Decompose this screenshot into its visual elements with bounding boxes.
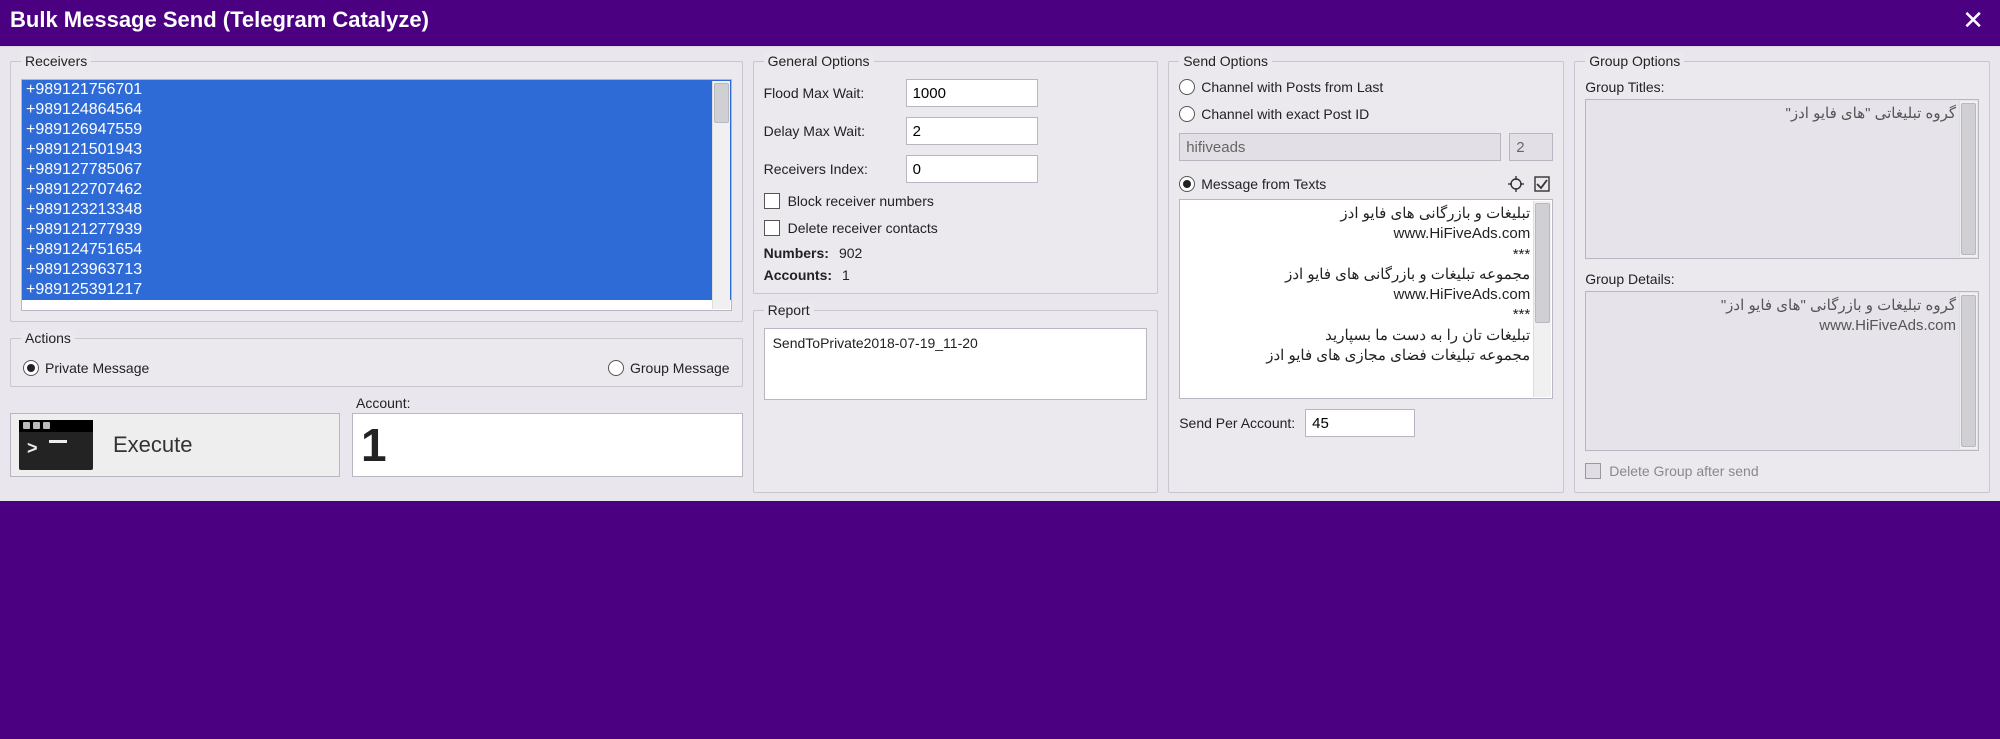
scroll-thumb[interactable] [1961,295,1976,447]
post-id-input [1509,133,1553,161]
group-options-group: Group Options Group Titles: گروه تبلیغات… [1574,53,1990,493]
radio-icon [1179,176,1195,192]
actions-group: Actions Private Message Group Message [10,330,743,387]
general-options-group: General Options Flood Max Wait: Delay Ma… [753,53,1159,294]
receivers-index-label: Receivers Index: [764,161,896,177]
accounts-label: Accounts: [764,267,832,283]
block-receiver-checkbox[interactable]: Block receiver numbers [764,193,934,209]
group-titles-textarea: گروه تبلیغاتی "های فایو ادز" [1585,99,1979,259]
send-per-account-label: Send Per Account: [1179,415,1295,431]
scroll-thumb[interactable] [714,83,729,123]
delete-receiver-label: Delete receiver contacts [788,220,938,236]
delay-wait-input[interactable] [906,117,1038,145]
report-text[interactable]: SendToPrivate2018-07-19_11-20 [764,328,1148,400]
list-item[interactable]: +989121277939 [22,220,731,240]
group-details-text: گروه تبلیغات و بازرگانی "های فایو ادز" w… [1717,297,1956,334]
scrollbar[interactable] [1533,201,1551,397]
channel-posts-last-label: Channel with Posts from Last [1201,79,1383,95]
report-legend: Report [764,302,814,318]
send-options-group: Send Options Channel with Posts from Las… [1168,53,1564,493]
list-item[interactable]: +989126947559 [22,120,731,140]
message-text-area[interactable]: تبلیغات و بازرگانی های فایو ادز www.HiFi… [1179,199,1553,399]
channel-name-input [1179,133,1501,161]
radio-icon [608,360,624,376]
numbers-label: Numbers: [764,245,829,261]
receivers-index-input[interactable] [906,155,1038,183]
execute-label: Execute [113,432,193,458]
delay-wait-label: Delay Max Wait: [764,123,896,139]
scroll-thumb[interactable] [1535,203,1550,323]
receivers-listbox[interactable]: +989121756701 +989124864564 +98912694755… [21,79,732,311]
list-item[interactable]: +989127785067 [22,160,731,180]
radio-icon [1179,79,1195,95]
list-item[interactable]: +989122707462 [22,180,731,200]
receivers-legend: Receivers [21,53,91,69]
content: Receivers +989121756701 +989124864564 +9… [0,46,2000,505]
execute-button[interactable]: > Execute [10,413,340,477]
group-message-label: Group Message [630,360,730,376]
terminal-icon: > [19,420,93,470]
flood-wait-label: Flood Max Wait: [764,85,896,101]
list-item[interactable]: +989123213348 [22,200,731,220]
list-item[interactable]: +989121501943 [22,140,731,160]
private-message-radio[interactable]: Private Message [23,360,149,376]
actions-legend: Actions [21,330,75,346]
close-icon[interactable]: ✕ [1956,5,1990,36]
checkbox-icon [1585,463,1601,479]
group-message-radio[interactable]: Group Message [608,360,730,376]
account-label: Account: [352,395,743,411]
message-from-texts-label: Message from Texts [1201,176,1326,192]
report-group: Report SendToPrivate2018-07-19_11-20 [753,302,1159,493]
target-icon[interactable] [1505,173,1527,195]
send-per-account-input[interactable] [1305,409,1415,437]
channel-post-id-label: Channel with exact Post ID [1201,106,1369,122]
radio-icon [23,360,39,376]
list-item[interactable]: +989125391217 [22,280,731,300]
receivers-group: Receivers +989121756701 +989124864564 +9… [10,53,743,322]
delete-group-after-send-checkbox: Delete Group after send [1585,463,1758,479]
numbers-value: 902 [839,245,862,261]
delete-receiver-checkbox[interactable]: Delete receiver contacts [764,220,938,236]
checkbox-icon [764,193,780,209]
group-options-legend: Group Options [1585,53,1684,69]
channel-posts-last-radio[interactable]: Channel with Posts from Last [1179,79,1383,95]
message-text-content: تبلیغات و بازرگانی های فایو ادز www.HiFi… [1266,205,1530,364]
private-message-label: Private Message [45,360,149,376]
list-item[interactable]: +989124864564 [22,100,731,120]
message-from-texts-radio[interactable]: Message from Texts [1179,176,1326,192]
channel-post-id-radio[interactable]: Channel with exact Post ID [1179,106,1369,122]
list-item[interactable]: +989123963713 [22,260,731,280]
scrollbar[interactable] [1959,293,1977,449]
titlebar: Bulk Message Send (Telegram Catalyze) ✕ [0,0,2000,46]
accounts-value: 1 [842,267,850,283]
group-titles-text: گروه تبلیغاتی "های فایو ادز" [1786,105,1957,122]
delete-group-after-send-label: Delete Group after send [1609,463,1758,479]
radio-icon [1179,106,1195,122]
general-options-legend: General Options [764,53,874,69]
list-item[interactable]: +989121756701 [22,80,731,100]
flood-wait-input[interactable] [906,79,1038,107]
list-item[interactable]: +989124751654 [22,240,731,260]
account-field[interactable]: 1 [352,413,743,477]
check-icon[interactable] [1531,173,1553,195]
scrollbar[interactable] [712,81,730,309]
send-options-legend: Send Options [1179,53,1272,69]
scrollbar[interactable] [1959,101,1977,257]
group-details-label: Group Details: [1585,271,1979,287]
block-receiver-label: Block receiver numbers [788,193,934,209]
scroll-thumb[interactable] [1961,103,1976,255]
group-titles-label: Group Titles: [1585,79,1979,95]
checkbox-icon [764,220,780,236]
group-details-textarea: گروه تبلیغات و بازرگانی "های فایو ادز" w… [1585,291,1979,451]
window-title: Bulk Message Send (Telegram Catalyze) [10,7,429,33]
